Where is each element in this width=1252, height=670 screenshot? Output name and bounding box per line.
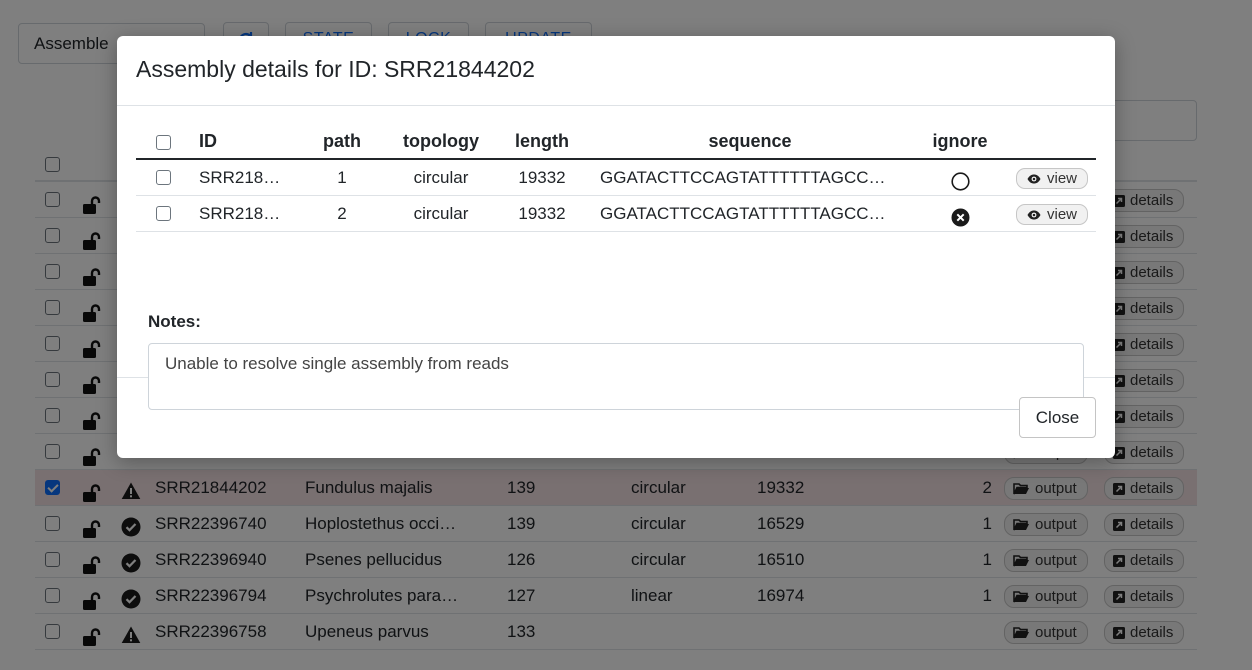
notes-label: Notes:	[148, 312, 201, 331]
path-row-topology: circular	[413, 168, 469, 187]
path-row[interactable]: SRR218… 1 circular 19332 GGATACTTCCAGTATTTTT…	[136, 160, 1096, 196]
modal-title: Assembly details for ID: SRR21844202	[117, 36, 1115, 106]
view-label: view	[1047, 206, 1078, 223]
ignore-radio[interactable]	[951, 168, 970, 191]
path-row[interactable]: SRR218… 2 circular 19332 GGATACTTCCAGTATTTTT…	[136, 196, 1096, 232]
path-row-topology: circular	[413, 204, 469, 223]
header-ignore: ignore	[932, 131, 988, 151]
header-topology: topology	[403, 131, 479, 151]
path-row-id: SRR218…	[199, 204, 281, 223]
path-row-path: 1	[337, 168, 347, 187]
path-row-sequence: GGATACTTCCAGTATTTTTTAGCC…	[600, 168, 886, 187]
path-row-checkbox[interactable]	[156, 206, 171, 221]
path-row-length: 19332	[518, 204, 566, 223]
ignore-x-circle-icon[interactable]	[951, 204, 970, 227]
select-all-paths-checkbox[interactable]	[156, 135, 171, 150]
view-button[interactable]: view	[1016, 204, 1089, 225]
paths-table: ID path topology length sequence ignore …	[136, 122, 1096, 232]
modal-footer: Close	[117, 378, 1115, 458]
eye-icon	[1027, 210, 1041, 220]
eye-icon	[1027, 174, 1041, 184]
header-path: path	[323, 131, 361, 151]
path-row-id: SRR218…	[199, 168, 281, 187]
assembly-details-modal: Assembly details for ID: SRR21844202 ID …	[117, 36, 1115, 458]
view-button[interactable]: view	[1016, 168, 1089, 189]
path-row-checkbox[interactable]	[156, 170, 171, 185]
paths-table-body: SRR218… 1 circular 19332 GGATACTTCCAGTATTTTT…	[136, 160, 1096, 232]
close-button[interactable]: Close	[1019, 397, 1096, 438]
view-label: view	[1047, 170, 1078, 187]
path-row-length: 19332	[518, 168, 566, 187]
paths-table-header: ID path topology length sequence ignore	[136, 122, 1096, 160]
path-row-sequence: GGATACTTCCAGTATTTTTTAGCC…	[600, 204, 886, 223]
path-row-path: 2	[337, 204, 347, 223]
header-sequence: sequence	[708, 131, 792, 151]
header-length: length	[515, 131, 569, 151]
modal-body: ID path topology length sequence ignore …	[117, 106, 1115, 410]
header-id: ID	[199, 131, 217, 151]
